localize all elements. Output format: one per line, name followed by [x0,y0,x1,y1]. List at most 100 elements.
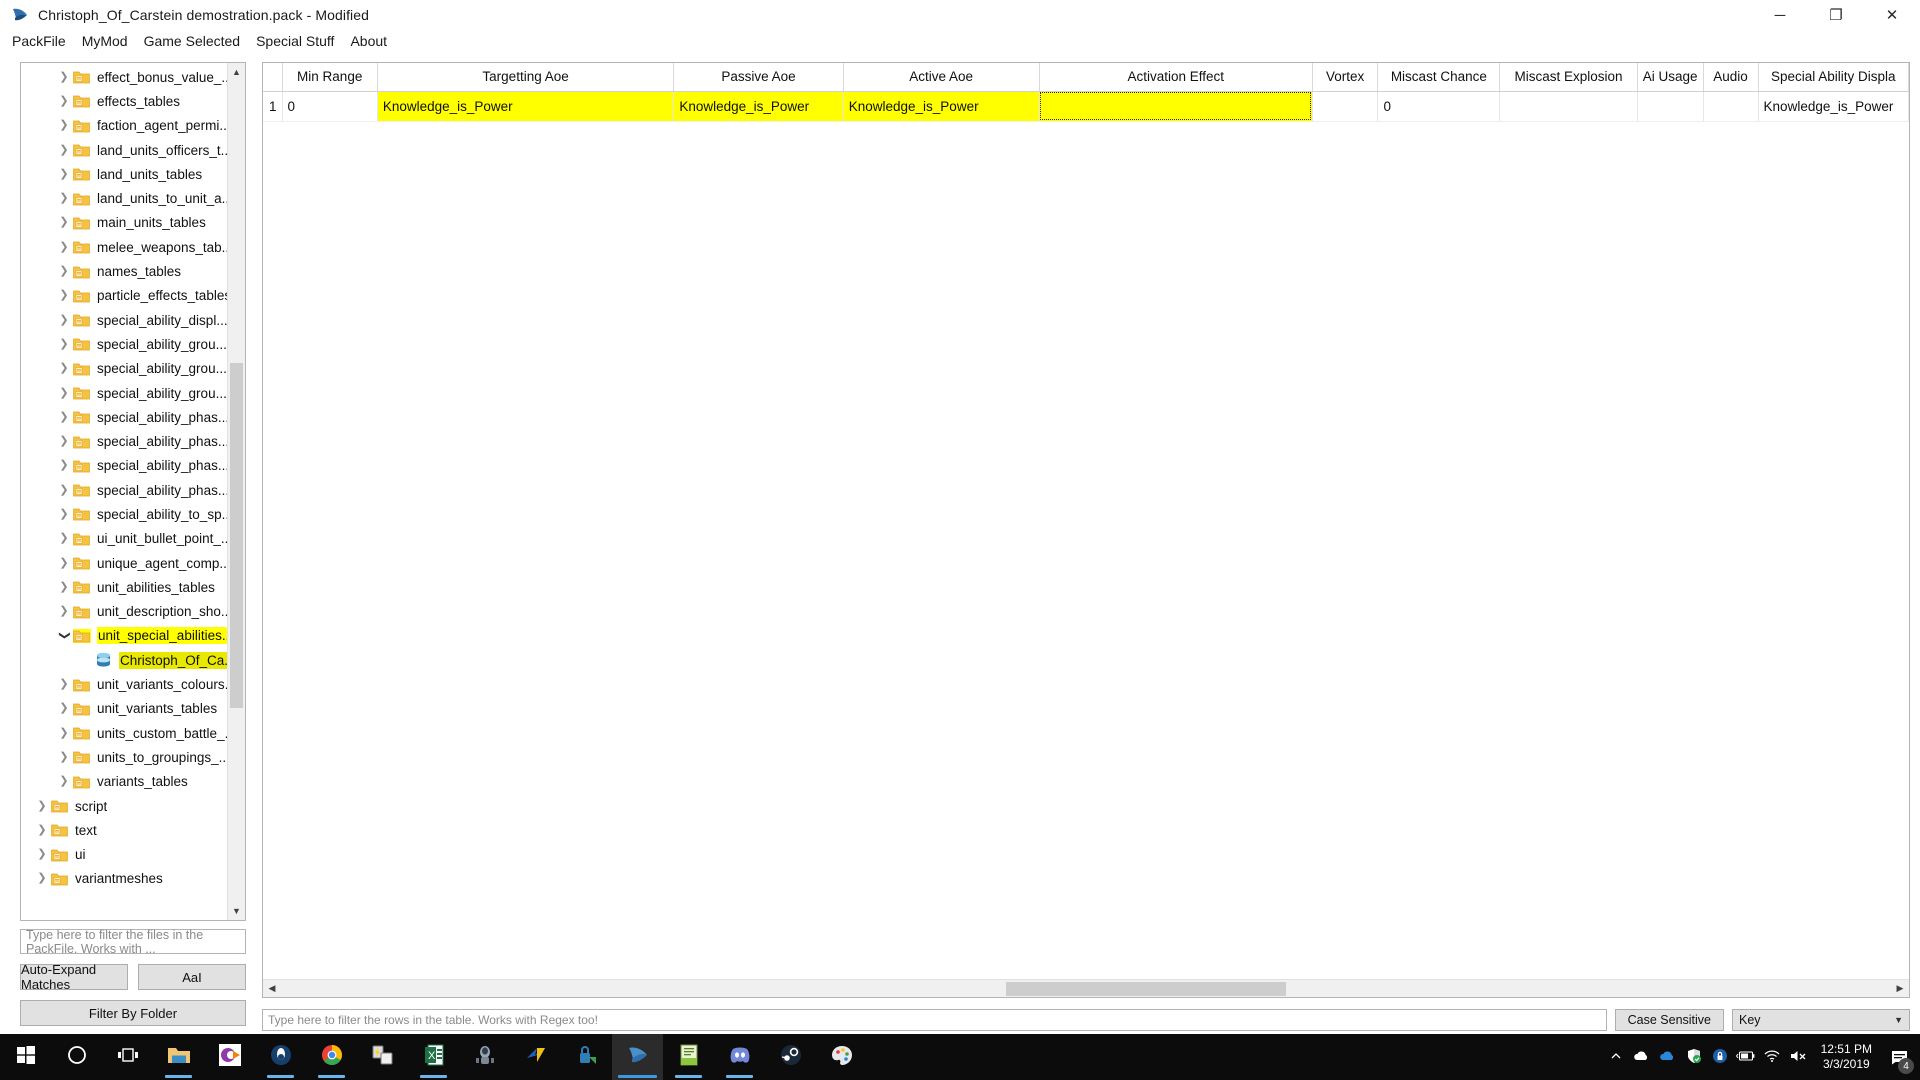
tree-node-special-ability-phas[interactable]: ❯ special_ability_phas... [21,478,227,502]
chevron-right-icon[interactable]: ❯ [55,168,73,180]
taskbar-file-explorer[interactable] [153,1034,204,1080]
chevron-right-icon[interactable]: ❯ [33,824,51,836]
chevron-right-icon[interactable]: ❯ [55,217,73,228]
chevron-right-icon[interactable]: ❯ [55,533,73,544]
tree-node-ui-unit-bullet-point[interactable]: ❯ ui_unit_bullet_point_... [21,527,227,551]
taskbar-microsoft-excel[interactable]: X [408,1034,459,1080]
tray-volume[interactable] [1785,1034,1811,1080]
cell-special-ability-displa[interactable]: Knowledge_is_Power [1758,91,1909,122]
tree-node-special-ability-to-sp[interactable]: ❯ special_ability_to_sp... [21,502,227,526]
chevron-right-icon[interactable]: ❯ [55,727,73,739]
tree-node-text[interactable]: ❯ text [21,818,227,842]
tree-node-ui[interactable]: ❯ ui [21,843,227,867]
tree-node-unit-variants-colours[interactable]: ❯ unit_variants_colours... [21,672,227,696]
taskbar-app-arrow[interactable] [510,1034,561,1080]
taskbar-app-blue-drop[interactable] [255,1034,306,1080]
hscroll-left-button[interactable]: ◀ [263,980,281,998]
chevron-right-icon[interactable]: ❯ [55,411,73,423]
tree-node-particle-effects-tables[interactable]: ❯ particle_effects_tables [21,284,227,308]
table-horizontal-scrollbar[interactable]: ◀ ▶ [263,979,1909,997]
tree-vertical-scrollbar[interactable]: ▲ ▼ [227,63,245,920]
tree-node-effect-bonus-value[interactable]: ❯ effect_bonus_value_... [21,65,227,89]
tree-scroll-up-button[interactable]: ▲ [228,63,245,81]
cell-ai-usage[interactable] [1637,91,1704,122]
row-filter-input[interactable]: Type here to filter the rows in the tabl… [262,1008,1607,1031]
cell-active-aoe[interactable]: Knowledge_is_Power [843,91,1040,122]
chevron-right-icon[interactable]: ❯ [55,776,73,787]
chevron-right-icon[interactable]: ❯ [33,849,51,860]
column-header-targetting-aoe[interactable]: Targetting Aoe [377,63,675,92]
tray-onedrive-personal[interactable] [1629,1034,1655,1080]
tray-security-lock[interactable] [1707,1034,1733,1080]
tree-scrollbar-thumb[interactable] [230,363,243,708]
taskbar-rpfm-app[interactable] [612,1034,663,1080]
data-table[interactable]: Min Range Targetting Aoe Passive Aoe Active… [263,63,1909,122]
tray-wifi[interactable] [1759,1034,1785,1080]
menu-item-about[interactable]: About [342,31,395,51]
column-header-audio[interactable]: Audio [1703,63,1759,92]
cell-min-range[interactable]: 0 [282,91,378,122]
taskbar-task-view-button[interactable] [102,1034,153,1080]
taskbar-app-robot[interactable] [459,1034,510,1080]
tree-node-variantmeshes[interactable]: ❯ variantmeshes [21,867,227,891]
hscroll-track[interactable] [281,980,1891,998]
taskbar-discord[interactable] [714,1034,765,1080]
chevron-right-icon[interactable]: ❯ [33,873,51,884]
chevron-right-icon[interactable]: ❯ [55,71,73,83]
tree-node-units-custom-battle[interactable]: ❯ units_custom_battle_... [21,721,227,745]
taskbar-clock[interactable]: 12:51 PM 3/3/2019 [1811,1034,1882,1080]
chevron-right-icon[interactable]: ❯ [55,436,73,447]
chevron-right-icon[interactable]: ❯ [55,484,73,496]
chevron-right-icon[interactable]: ❯ [55,387,73,399]
column-header-miscast-chance[interactable]: Miscast Chance [1377,63,1501,92]
chevron-right-icon[interactable]: ❯ [55,460,73,471]
action-center-button[interactable]: 4 [1882,1034,1916,1080]
cell-miscast-explosion[interactable] [1499,91,1638,122]
tree-node-unique-agent-comp[interactable]: ❯ unique_agent_comp... [21,551,227,575]
column-header-passive-aoe[interactable]: Passive Aoe [673,63,844,92]
chevron-right-icon[interactable]: ❯ [55,120,73,131]
taskbar-app-paint[interactable] [816,1034,867,1080]
chevron-right-icon[interactable]: ❯ [55,290,73,301]
column-header-active-aoe[interactable]: Active Aoe [843,63,1040,92]
tree-node-unit-special-abilities[interactable]: ❯ unit_special_abilities... [21,624,227,648]
taskbar-app-lock[interactable] [561,1034,612,1080]
menu-item-mymod[interactable]: MyMod [74,31,136,51]
packfile-tree[interactable]: ❯ effect_bonus_value_... ❯ effects_tables ❯ f… [20,62,246,921]
column-header-vortex[interactable]: Vortex [1312,63,1379,92]
auto-expand-matches-button[interactable]: Auto-Expand Matches [20,962,128,992]
tree-node-special-ability-phas[interactable]: ❯ special_ability_phas... [21,405,227,429]
cell-miscast-chance[interactable]: 0 [1377,91,1501,122]
chevron-right-icon[interactable]: ❯ [55,508,73,520]
maximize-button[interactable]: ❐ [1808,0,1864,30]
column-header-activation-effect[interactable]: Activation Effect [1039,63,1313,92]
chevron-right-icon[interactable]: ❯ [55,703,73,714]
case-sensitive-button[interactable]: Case Sensitive [1614,1008,1724,1031]
chevron-right-icon[interactable]: ❯ [33,800,51,812]
taskbar-start-button[interactable] [0,1034,51,1080]
chevron-right-icon[interactable]: ❯ [55,606,73,617]
tray-show-hidden-icons[interactable] [1603,1034,1629,1080]
tree-node-christoph-of-ca[interactable]: Christoph_Of_Ca... [21,648,227,672]
aai-button[interactable]: AaI [138,964,246,990]
tree-node-special-ability-displ[interactable]: ❯ special_ability_displ... [21,308,227,332]
chevron-right-icon[interactable]: ❯ [55,581,73,593]
column-header-miscast-explosion[interactable]: Miscast Explosion [1499,63,1638,92]
table-empty-area[interactable] [263,121,1909,979]
tree-node-land-units-to-unit-a[interactable]: ❯ land_units_to_unit_a... [21,186,227,210]
taskbar-google-chrome[interactable] [306,1034,357,1080]
column-header-special-ability-displa[interactable]: Special Ability Displa [1758,63,1909,92]
cell-vortex[interactable] [1312,91,1379,122]
tree-node-variants-tables[interactable]: ❯ variants_tables [21,770,227,794]
menu-item-special-stuff[interactable]: Special Stuff [248,31,342,51]
tree-node-special-ability-grou[interactable]: ❯ special_ability_grou... [21,332,227,356]
filter-column-select[interactable]: Key ▼ [1732,1008,1910,1031]
cell-passive-aoe[interactable]: Knowledge_is_Power [673,91,844,122]
cell-audio[interactable] [1703,91,1759,122]
tree-scroll-down-button[interactable]: ▼ [228,902,245,920]
chevron-right-icon[interactable]: ❯ [55,95,73,107]
taskbar-steam[interactable] [765,1034,816,1080]
chevron-right-icon[interactable]: ❯ [55,679,73,690]
tree-node-names-tables[interactable]: ❯ names_tables [21,259,227,283]
tree-node-units-to-groupings[interactable]: ❯ units_to_groupings_... [21,745,227,769]
